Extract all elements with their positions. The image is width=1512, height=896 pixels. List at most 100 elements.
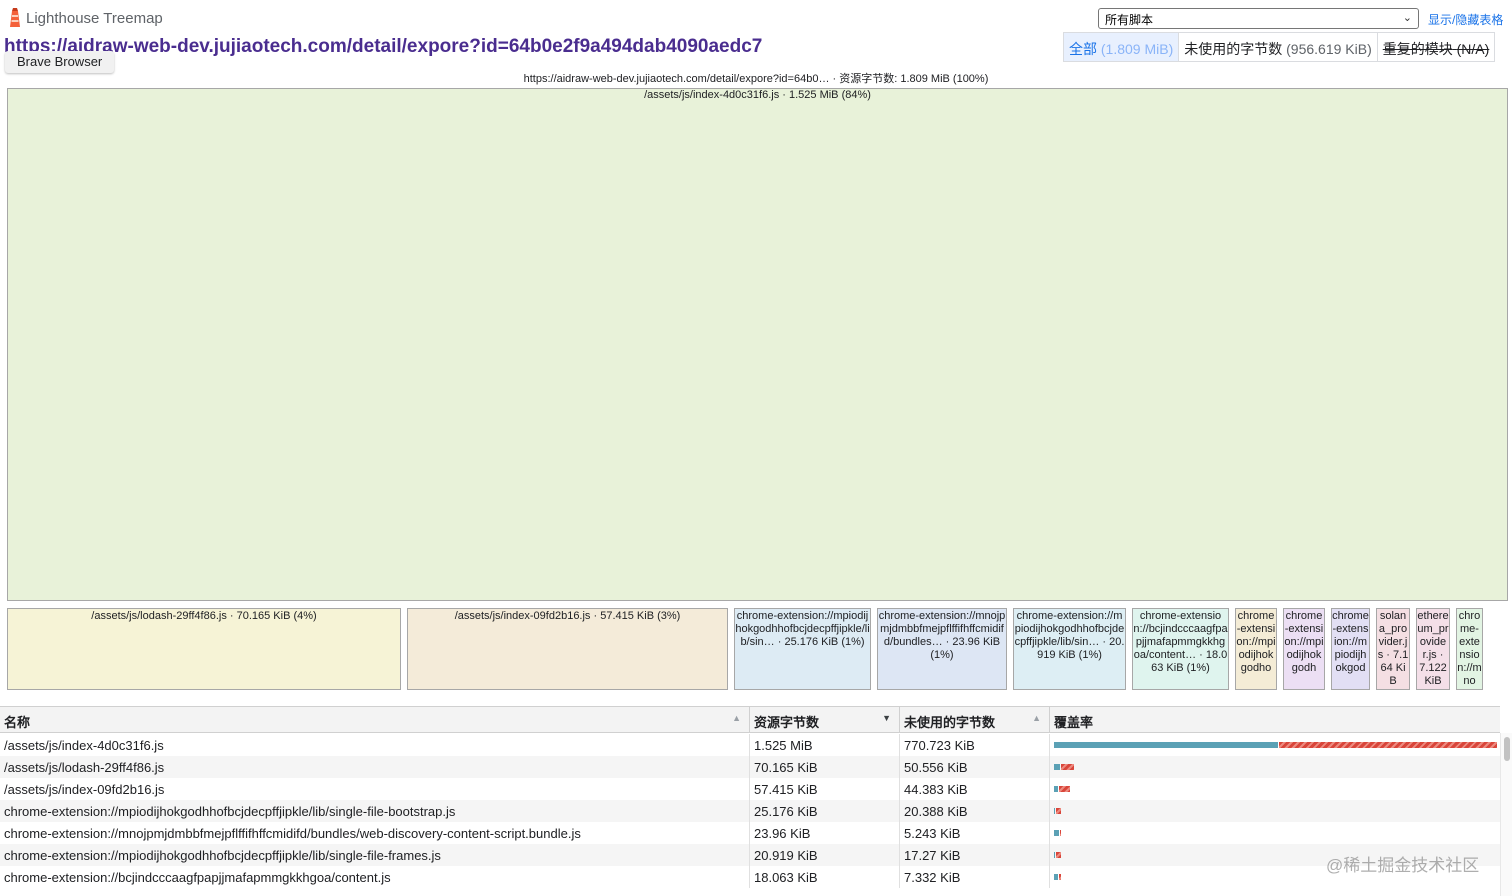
tab-size: (956.619 KiB) <box>1286 41 1372 57</box>
tab-size: (N/A) <box>1456 41 1490 57</box>
treemap-node-ethereum-provider[interactable]: ethereum_provider.js · 7.122 KiB <box>1416 608 1450 690</box>
treemap-node-label: /assets/js/index-09fd2b16.js · 57.415 Ki… <box>454 610 681 622</box>
cell-unused-bytes: 20.388 KiB <box>900 800 1050 822</box>
column-label: 未使用的字节数 <box>904 715 996 730</box>
cell-resource-bytes: 57.415 KiB <box>750 778 900 800</box>
coverage-used-segment <box>1054 742 1279 748</box>
column-header-unused-bytes[interactable]: 未使用的字节数 ▲ <box>900 707 1050 733</box>
table-scrollbar[interactable] <box>1500 733 1512 896</box>
table-header: 名称 ▲ 资源字节数 ▼ 未使用的字节数 ▲ 覆盖率 <box>0 706 1500 733</box>
treemap-node-label: chrome-extension://mno <box>1457 610 1482 687</box>
coverage-unused-segment <box>1060 764 1074 770</box>
coverage-unused-segment <box>1056 808 1062 814</box>
treemap-node-lodash[interactable]: /assets/js/lodash-29ff4f86.js · 70.165 K… <box>7 608 401 690</box>
treemap-node-web-discovery[interactable]: chrome-extension://mnojpmjdmbbfmejpflffi… <box>877 608 1007 690</box>
view-mode-tabs: 全部 (1.809 MiB) 未使用的字节数 (956.619 KiB) 重复的… <box>1063 32 1496 62</box>
cell-unused-bytes: 5.243 KiB <box>900 822 1050 844</box>
coverage-used-segment <box>1054 808 1056 814</box>
cell-unused-bytes: 44.383 KiB <box>900 778 1050 800</box>
column-header-resource-bytes[interactable]: 资源字节数 ▼ <box>750 707 900 733</box>
toggle-table-link[interactable]: 显示/隐藏表格 <box>1428 11 1503 28</box>
table-row[interactable]: chrome-extension://mpiodijhokgodhhofbcjd… <box>0 800 1500 822</box>
treemap-node-label: chrome-extension://mpiodijhokgodhhofbcjd… <box>1014 610 1125 661</box>
table-row[interactable]: chrome-extension://mnojpmjdmbbfmejpflffi… <box>0 822 1500 844</box>
cell-unused-bytes: 17.27 KiB <box>900 844 1050 866</box>
cell-name: chrome-extension://mpiodijhokgodhhofbcjd… <box>0 844 750 866</box>
treemap-node-extension-a[interactable]: chrome-extension://mpiodijhokgodho <box>1235 608 1277 690</box>
cell-name: chrome-extension://mnojpmjdmbbfmejpflffi… <box>0 822 750 844</box>
treemap-node-single-file-bootstrap[interactable]: chrome-extension://mpiodijhokgodhhofbcjd… <box>734 608 871 690</box>
treemap-node-extension-b[interactable]: chrome-extension://mpiodijhokgodh <box>1283 608 1325 690</box>
cell-resource-bytes: 1.525 MiB <box>750 734 900 756</box>
cell-name: /assets/js/lodash-29ff4f86.js <box>0 756 750 778</box>
coverage-unused-segment <box>1059 874 1061 880</box>
treemap-node-content-js[interactable]: chrome-extension://bcjindcccaagfpapjjmaf… <box>1132 608 1229 690</box>
coverage-bar <box>1054 808 1062 814</box>
treemap-node-label: chrome-extension://mpiodijhokgodh <box>1284 610 1324 674</box>
table-row[interactable]: /assets/js/index-4d0c31f6.js 1.525 MiB 770… <box>0 734 1500 756</box>
coverage-used-segment <box>1054 786 1058 792</box>
cell-name: chrome-extension://bcjindcccaagfpapjjmaf… <box>0 866 750 888</box>
treemap-node-label: chrome-extension://mpiodijhokgodho <box>1236 610 1276 674</box>
treemap-node-label: chrome-extension://mpiodijhokgodhhofbcjd… <box>735 610 870 648</box>
coverage-used-segment <box>1054 830 1060 836</box>
tab-size: (1.809 MiB) <box>1100 41 1174 57</box>
cell-unused-bytes: 50.556 KiB <box>900 756 1050 778</box>
treemap-root-label: https://aidraw-web-dev.jujiaotech.com/de… <box>523 73 989 85</box>
tab-all[interactable]: 全部 (1.809 MiB) <box>1064 33 1180 61</box>
treemap-node-label: chrome-extension://mpiodijhokgod <box>1332 610 1369 674</box>
treemap-node-extension-c[interactable]: chrome-extension://mpiodijhokgod <box>1331 608 1370 690</box>
cell-resource-bytes: 25.176 KiB <box>750 800 900 822</box>
table-row[interactable]: chrome-extension://mpiodijhokgodhhofbcjd… <box>0 844 1500 866</box>
coverage-used-segment <box>1054 852 1056 858</box>
table-row[interactable]: /assets/js/index-09fd2b16.js 57.415 KiB 44… <box>0 778 1500 800</box>
treemap-node-solana-provider[interactable]: solana_provider.js · 7.164 KiB <box>1376 608 1410 690</box>
cell-unused-bytes: 7.332 KiB <box>900 866 1050 888</box>
watermark: @稀土掘金技术社区 <box>1326 856 1480 875</box>
tab-duplicate-modules[interactable]: 重复的模块 (N/A) <box>1378 33 1495 61</box>
coverage-used-segment <box>1054 874 1059 880</box>
column-label: 名称 <box>4 715 31 730</box>
top-bar: Lighthouse Treemap 所有脚本 ⌄ 显示/隐藏表格 <box>0 0 1512 36</box>
coverage-unused-segment <box>1060 830 1061 836</box>
treemap-node-label: ethereum_provider.js · 7.122 KiB <box>1417 610 1449 687</box>
page-url: https://aidraw-web-dev.jujiaotech.com/de… <box>4 36 763 57</box>
coverage-unused-segment <box>1056 852 1061 858</box>
column-label: 覆盖率 <box>1054 715 1094 730</box>
coverage-unused-segment <box>1058 786 1071 792</box>
coverage-unused-segment <box>1279 742 1497 748</box>
treemap-node-extension-d[interactable]: chrome-extension://mno <box>1456 608 1483 690</box>
lighthouse-logo-icon <box>10 8 20 27</box>
table-row[interactable]: chrome-extension://bcjindcccaagfpapjjmaf… <box>0 866 1500 888</box>
coverage-bar <box>1054 830 1061 836</box>
treemap-node-label: /assets/js/lodash-29ff4f86.js · 70.165 K… <box>91 610 317 622</box>
treemap-node-single-file-frames[interactable]: chrome-extension://mpiodijhokgodhhofbcjd… <box>1013 608 1126 690</box>
coverage-bar <box>1054 786 1071 792</box>
cell-name: /assets/js/index-4d0c31f6.js <box>0 734 750 756</box>
app-title: Lighthouse Treemap <box>26 10 163 27</box>
treemap-node-label: solana_provider.js · 7.164 KiB <box>1377 610 1409 687</box>
script-scope-select[interactable]: 所有脚本 ⌄ <box>1098 8 1419 29</box>
column-header-name[interactable]: 名称 ▲ <box>0 707 750 733</box>
tab-label: 重复的模块 <box>1382 41 1453 57</box>
column-header-coverage[interactable]: 覆盖率 <box>1050 707 1500 733</box>
scripts-table: 名称 ▲ 资源字节数 ▼ 未使用的字节数 ▲ 覆盖率 /assets/js/index… <box>0 706 1512 896</box>
cell-resource-bytes: 70.165 KiB <box>750 756 900 778</box>
tab-unused-bytes[interactable]: 未使用的字节数 (956.619 KiB) <box>1179 33 1378 61</box>
chevron-down-icon: ⌄ <box>1402 12 1412 24</box>
table-row[interactable]: /assets/js/lodash-29ff4f86.js 70.165 KiB 5… <box>0 756 1500 778</box>
cell-resource-bytes: 18.063 KiB <box>750 866 900 888</box>
scrollbar-thumb[interactable] <box>1504 737 1510 761</box>
cell-unused-bytes: 770.723 KiB <box>900 734 1050 756</box>
cell-resource-bytes: 20.919 KiB <box>750 844 900 866</box>
tab-label: 全部 <box>1069 41 1097 57</box>
treemap-node-label: chrome-extension://mnojpmjdmbbfmejpflffi… <box>878 610 1006 661</box>
coverage-used-segment <box>1054 764 1060 770</box>
sort-up-icon: ▲ <box>732 713 741 723</box>
treemap-node-index-09fd[interactable]: /assets/js/index-09fd2b16.js · 57.415 Ki… <box>407 608 728 690</box>
coverage-bar <box>1054 764 1074 770</box>
treemap-node-label: chrome-extension://bcjindcccaagfpapjjmaf… <box>1133 610 1228 674</box>
sort-down-icon: ▼ <box>882 713 891 723</box>
coverage-bar <box>1054 874 1061 880</box>
treemap-node-index-main[interactable]: /assets/js/index-4d0c31f6.js · 1.525 MiB… <box>7 88 1508 601</box>
